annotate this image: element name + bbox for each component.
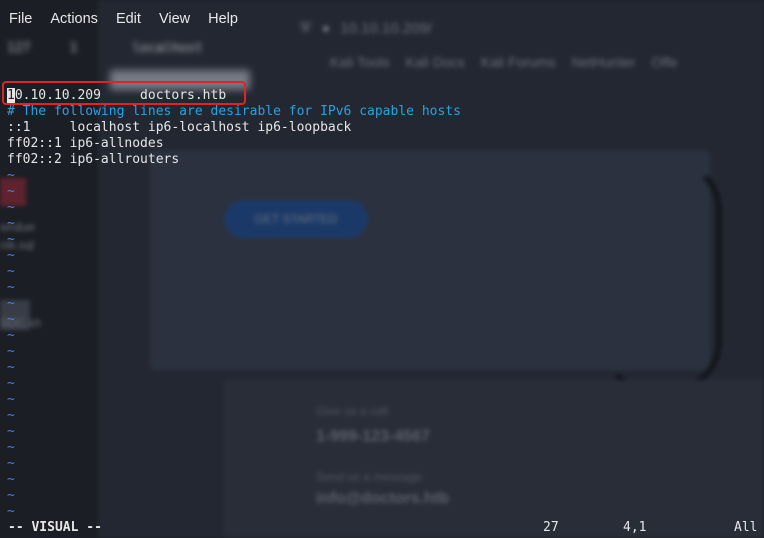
ipv6-line-allrouters: ff02::2 ip6-allrouters	[7, 152, 180, 167]
ipv6-line-allnodes: ff02::1 ip6-allnodes	[7, 136, 164, 151]
hosts-line-localhost: 127 1 localhost	[7, 41, 203, 56]
empty-line-tilde: ~	[7, 472, 15, 487]
empty-line-tilde: ~	[7, 216, 15, 231]
empty-line-tilde: ~	[7, 296, 15, 311]
empty-line-tilde: ~	[7, 248, 15, 263]
empty-line-tilde: ~	[7, 344, 15, 359]
cursor-position: 4,1	[623, 520, 647, 535]
empty-line-tilde: ~	[7, 456, 15, 471]
empty-line-tilde: ~	[7, 200, 15, 215]
empty-line-tilde: ~	[7, 488, 15, 503]
empty-line-tilde: ~	[7, 264, 15, 279]
empty-line-tilde: ~	[7, 376, 15, 391]
highlight-annotation	[2, 81, 246, 105]
empty-line-tilde: ~	[7, 280, 15, 295]
vim-mode-indicator: -- VISUAL --	[8, 520, 102, 535]
empty-line-tilde: ~	[7, 392, 15, 407]
ipv6-line-loopback: ::1 localhost ip6-localhost ip6-loopback	[7, 120, 352, 135]
empty-line-tilde: ~	[7, 360, 15, 375]
empty-line-tilde: ~	[7, 408, 15, 423]
empty-line-tilde: ~	[7, 504, 15, 519]
empty-line-tilde: ~	[7, 232, 15, 247]
comment-line: # The following lines are desirable for …	[7, 104, 461, 119]
empty-line-tilde: ~	[7, 440, 15, 455]
empty-line-tilde: ~	[7, 424, 15, 439]
selection-count: 27	[543, 520, 559, 535]
empty-line-tilde: ~	[7, 168, 15, 183]
empty-line-tilde: ~	[7, 184, 15, 199]
empty-line-tilde: ~	[7, 328, 15, 343]
vim-status-line: -- VISUAL -- 27 4,1 All	[0, 519, 764, 537]
empty-line-tilde: ~	[7, 312, 15, 327]
scroll-indicator: All	[734, 520, 758, 535]
